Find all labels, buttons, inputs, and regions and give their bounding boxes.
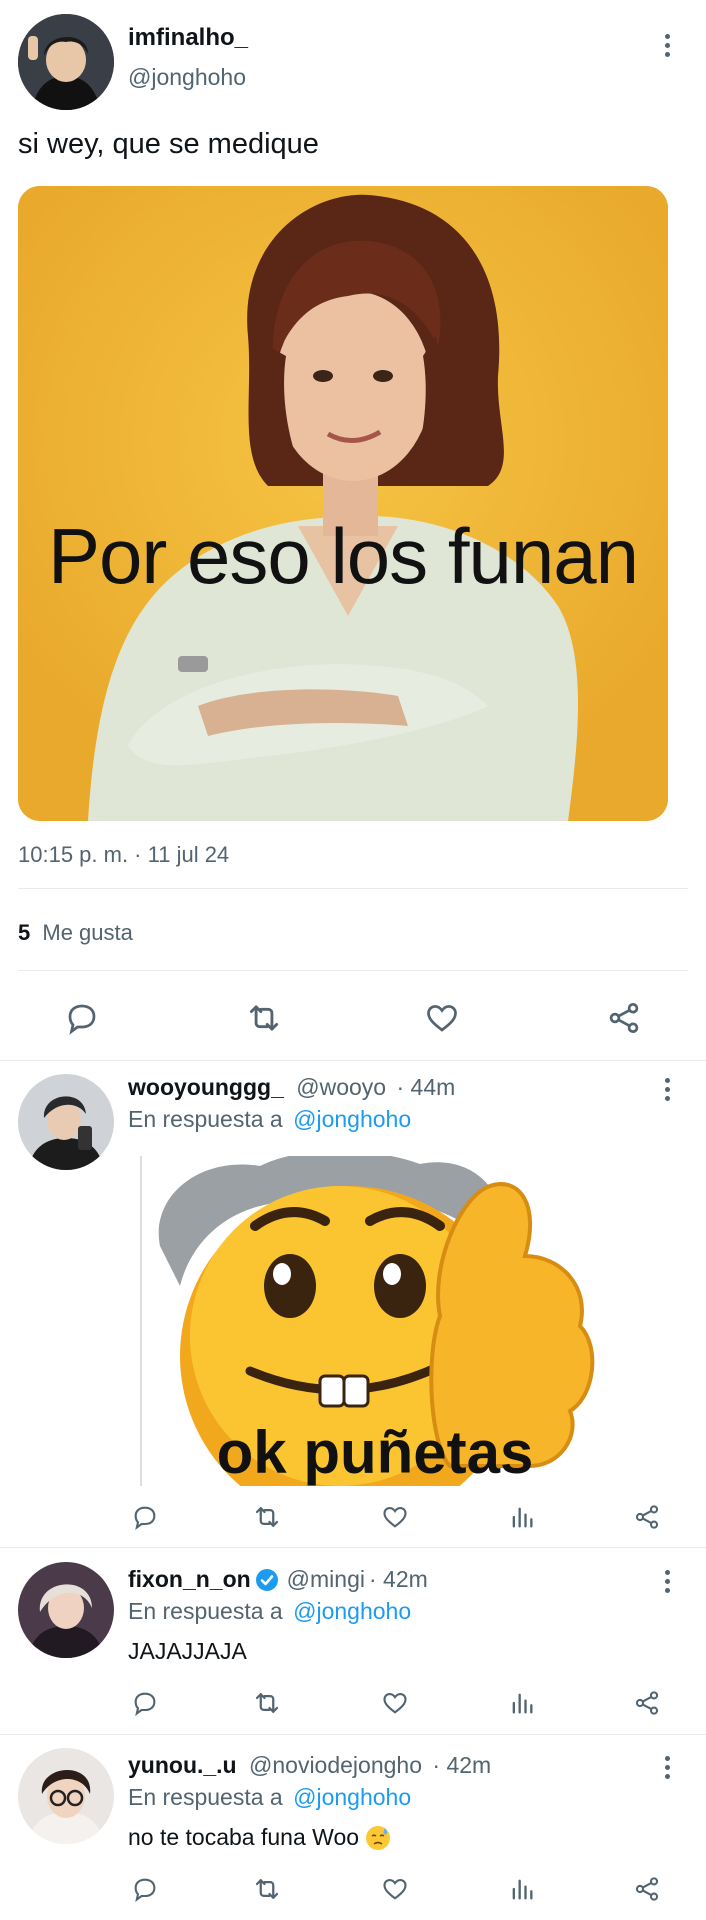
share-icon <box>635 1505 659 1529</box>
reply-context: En respuesta a @jonghoho <box>128 1106 411 1133</box>
handle[interactable]: @noviodejongho <box>249 1752 422 1778</box>
like-icon <box>383 1506 407 1528</box>
more-options-icon[interactable] <box>657 30 677 60</box>
retweet-button[interactable] <box>250 1872 284 1906</box>
display-name[interactable]: yunou._.u <box>128 1752 237 1778</box>
reply-context: En respuesta a @jonghoho <box>128 1784 411 1811</box>
reply-icon <box>134 1878 156 1903</box>
display-name[interactable]: wooyounggg_ <box>128 1074 284 1100</box>
reply-to-link[interactable]: @jonghoho <box>293 1598 411 1624</box>
reply-to-link[interactable]: @jonghoho <box>293 1106 411 1132</box>
tweet-timestamp[interactable]: 10:15 p. m. · 11 jul 24 <box>18 842 229 868</box>
analytics-button[interactable] <box>505 1500 539 1534</box>
divider <box>18 970 688 971</box>
analytics-icon <box>512 1693 533 1714</box>
share-button[interactable] <box>630 1872 664 1906</box>
reply-time[interactable]: · 42m <box>432 1752 491 1778</box>
reply-time[interactable]: · 42m <box>369 1566 428 1593</box>
reply-time[interactable]: · 44m <box>397 1074 456 1100</box>
reply-text: no te tocaba funa Woo <box>128 1824 360 1850</box>
divider <box>0 1734 706 1735</box>
reply-header: yunou._.u @noviodejongho · 42m <box>128 1752 491 1779</box>
like-icon <box>427 1005 457 1032</box>
reply-prefix: En respuesta a <box>128 1598 283 1624</box>
like-button[interactable] <box>420 996 464 1040</box>
display-name[interactable]: imfinalho_ <box>128 24 248 52</box>
woman-photo <box>18 186 668 821</box>
more-options-icon[interactable] <box>657 1566 677 1596</box>
more-options-icon[interactable] <box>657 1752 677 1782</box>
share-icon <box>609 1003 639 1033</box>
analytics-button[interactable] <box>505 1686 539 1720</box>
reply-button[interactable] <box>60 996 104 1040</box>
analytics-button[interactable] <box>505 1872 539 1906</box>
retweet-button[interactable] <box>250 1500 284 1534</box>
analytics-icon <box>512 1507 533 1528</box>
divider <box>0 1547 706 1548</box>
like-button[interactable] <box>378 1500 412 1534</box>
reply-to-link[interactable]: @jonghoho <box>293 1784 411 1810</box>
sweat-emoji-icon <box>365 1825 391 1851</box>
tweet-image[interactable]: Por eso los funan <box>18 186 668 821</box>
like-icon <box>383 1878 407 1900</box>
share-icon <box>635 1691 659 1715</box>
like-button[interactable] <box>378 1872 412 1906</box>
divider <box>0 1060 706 1061</box>
avatar[interactable] <box>18 1562 114 1658</box>
share-button[interactable] <box>630 1500 664 1534</box>
likes-label: Me gusta <box>42 920 133 945</box>
reply-button[interactable] <box>128 1500 162 1534</box>
reply-icon <box>68 1004 96 1035</box>
handle[interactable]: @mingi <box>287 1566 365 1593</box>
reply-icon <box>134 1506 156 1531</box>
reply-icon <box>134 1692 156 1717</box>
display-name[interactable]: fixon_n_on <box>128 1566 251 1593</box>
reply-button[interactable] <box>128 1872 162 1906</box>
reply-header: fixon_n_on @mingi · 42m <box>128 1566 428 1593</box>
image-caption: Por eso los funan <box>47 512 639 600</box>
retweet-button[interactable] <box>250 1686 284 1720</box>
tweet-text: si wey, que se medique <box>18 128 319 160</box>
avatar[interactable] <box>18 1074 114 1170</box>
handle[interactable]: @wooyo <box>296 1074 386 1100</box>
retweet-icon <box>255 1507 279 1527</box>
reply-prefix: En respuesta a <box>128 1784 283 1810</box>
avatar[interactable] <box>18 1748 114 1844</box>
like-button[interactable] <box>378 1686 412 1720</box>
reply-text-row: no te tocaba funa Woo <box>128 1824 391 1851</box>
more-options-icon[interactable] <box>657 1074 677 1104</box>
reply-prefix: En respuesta a <box>128 1106 283 1132</box>
likes-summary[interactable]: 5 Me gusta <box>18 920 133 946</box>
share-button[interactable] <box>630 1686 664 1720</box>
analytics-icon <box>512 1879 533 1900</box>
likes-count: 5 <box>18 920 31 945</box>
verified-badge-icon <box>255 1568 278 1591</box>
retweet-icon <box>249 1005 279 1031</box>
reply-text: JAJAJJAJA <box>128 1638 247 1664</box>
retweet-icon <box>255 1693 279 1713</box>
handle[interactable]: @jonghoho <box>128 64 246 91</box>
share-icon <box>635 1877 659 1901</box>
reply-context: En respuesta a @jonghoho <box>128 1598 411 1625</box>
reply-button[interactable] <box>128 1686 162 1720</box>
divider <box>18 888 688 889</box>
retweet-button[interactable] <box>242 996 286 1040</box>
reply-header: wooyounggg_ @wooyo · 44m <box>128 1074 455 1101</box>
image-caption: ok puñetas <box>216 1419 534 1486</box>
avatar[interactable] <box>18 14 114 110</box>
retweet-icon <box>255 1879 279 1899</box>
reply-image[interactable]: ok puñetas <box>140 1156 610 1486</box>
share-button[interactable] <box>602 996 646 1040</box>
like-icon <box>383 1692 407 1714</box>
